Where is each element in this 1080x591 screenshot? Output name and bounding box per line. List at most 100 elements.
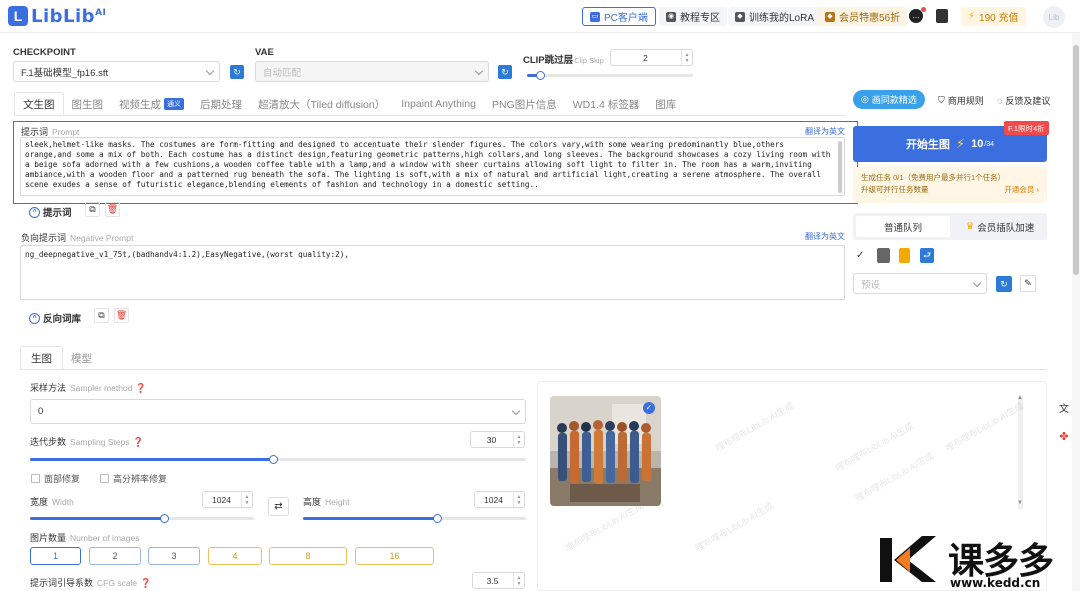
avatar[interactable]: Lib <box>1043 6 1065 28</box>
tab-upscale[interactable]: 超清放大（Tiled diffusion） <box>250 92 393 116</box>
height-slider[interactable] <box>303 514 526 523</box>
tab-gallery[interactable]: 图库 <box>647 92 684 116</box>
scroll-down-icon[interactable]: ▼ <box>1017 500 1023 506</box>
help-icon: ❓ <box>135 383 147 393</box>
swap-icon[interactable]: ⇄ <box>268 497 289 516</box>
clipboard-icon[interactable] <box>899 248 910 263</box>
tutorial-icon: ◉ <box>666 11 676 22</box>
edit-icon[interactable]: ✎ <box>1020 275 1036 292</box>
subtab-model[interactable]: 模型 <box>63 346 100 370</box>
vae-refresh-icon[interactable]: ↻ <box>498 65 512 79</box>
pc-client-button[interactable]: ▭ PC客户端 <box>582 7 656 26</box>
vae-select[interactable]: 自动匹配 <box>255 61 489 82</box>
image-count-label: 图片数量 Number of images <box>30 533 140 543</box>
chevron-down-icon <box>511 406 521 416</box>
slider-knob[interactable] <box>432 514 442 523</box>
shield-icon: ⛉ <box>938 95 945 105</box>
count-option-8[interactable]: 8 <box>269 547 347 565</box>
copy-icon[interactable]: ⧉ <box>85 202 100 217</box>
height-input[interactable]: 1024 ▲ ▼ <box>474 491 525 508</box>
sub-tabs: 生图 模型 <box>20 346 1047 370</box>
logo-mark-icon: L <box>8 6 28 26</box>
train-lora-button[interactable]: ◆ 训练我的LoRA <box>728 7 822 26</box>
count-option-3[interactable]: 3 <box>148 547 200 565</box>
logo-text: LibLib <box>31 5 96 27</box>
document-icon[interactable] <box>936 9 948 23</box>
stepper-icon[interactable]: ▲ ▼ <box>681 50 692 65</box>
tutorial-button[interactable]: ◉ 教程专区 <box>659 7 727 26</box>
plugin-icon[interactable]: ✤ <box>1054 430 1074 446</box>
count-option-4[interactable]: 4 <box>208 547 262 565</box>
upgrade-link[interactable]: 开通会员 › <box>1004 184 1039 196</box>
feedback-link[interactable]: ◌ 反馈及建议 <box>997 94 1050 107</box>
tab-img2img[interactable]: 图生图 <box>64 92 112 116</box>
prompt-chip[interactable]: ^ 提示词 <box>29 205 72 219</box>
help-icon: ❓ <box>140 578 152 588</box>
chevron-down-icon <box>474 66 484 76</box>
prompt-textarea[interactable]: sleek,helmet-like masks. The costumes ar… <box>20 137 845 196</box>
negative-textarea[interactable]: ng_deepnegative_v1_75t,(badhandv4:1.2),E… <box>20 245 845 300</box>
count-option-2[interactable]: 2 <box>89 547 141 565</box>
preset-refresh-icon[interactable]: ↻ <box>996 276 1012 292</box>
steps-slider[interactable] <box>30 455 526 464</box>
negative-translate-link[interactable]: 翻译为英文 <box>805 231 845 242</box>
sampler-select[interactable]: 0 <box>30 399 526 424</box>
lightning-icon: ⚡ <box>955 136 966 151</box>
tab-video[interactable]: 视频生成 通义 <box>111 92 192 116</box>
width-slider[interactable] <box>30 514 254 523</box>
stepper-icon[interactable]: ▲ ▼ <box>513 432 524 447</box>
cfg-label: 提示词引导系数 CFG scale ❓ <box>30 578 152 588</box>
stepper-icon[interactable]: ▲ ▼ <box>513 573 524 588</box>
queue-toggle: 普通队列 ♛ 会员插队加速 <box>853 213 1047 240</box>
chevron-up-icon: ^ <box>29 312 40 324</box>
clip-skip-slider[interactable] <box>527 71 693 80</box>
tab-inpaint[interactable]: Inpaint Anything <box>393 92 484 116</box>
task-info: 生成任务 0/1（免费用户最多并行1个任务） 升级可并行任务数量 开通会员 › <box>853 167 1047 203</box>
checkpoint-label: CHECKPOINT <box>13 47 76 58</box>
vip-queue-option[interactable]: ♛ 会员插队加速 <box>953 213 1047 240</box>
feedback-icon: ◌ <box>997 95 1003 106</box>
tab-postprocess[interactable]: 后期处理 <box>192 92 250 116</box>
subtab-generate[interactable]: 生图 <box>20 346 63 370</box>
member-deal-button[interactable]: ◆ 会员特惠56折 <box>818 7 908 26</box>
normal-queue-option[interactable]: 普通队列 <box>856 216 950 237</box>
steps-input[interactable]: 30 ▲ ▼ <box>470 431 525 448</box>
check-icon[interactable]: ✓ <box>856 250 864 261</box>
slider-knob[interactable] <box>536 71 546 80</box>
logo[interactable]: L LibLibAI <box>8 5 106 27</box>
page-scrollbar[interactable] <box>1072 33 1080 591</box>
generated-image-thumbnail[interactable]: ✓ <box>550 396 661 506</box>
tab-txt2img[interactable]: 文生图 <box>14 92 64 116</box>
checkpoint-refresh-icon[interactable]: ↻ <box>230 65 244 79</box>
tab-png-info[interactable]: PNG图片信息 <box>484 92 565 116</box>
help-icon: ❓ <box>132 437 144 447</box>
selected-check-icon[interactable]: ✓ <box>643 402 655 414</box>
trash-can-icon[interactable] <box>877 248 890 263</box>
pick-same-button[interactable]: ◎ 画同款精选 <box>853 90 925 109</box>
commercial-rules-link[interactable]: ⛉ 商用规则 <box>938 94 984 107</box>
copy-icon[interactable]: ⧉ <box>94 308 109 323</box>
width-input[interactable]: 1024 ▲ ▼ <box>202 491 253 508</box>
count-option-16[interactable]: 16 <box>355 547 434 565</box>
translate-icon[interactable]: 文 <box>1056 400 1072 415</box>
tab-wd-tagger[interactable]: WD1.4 标签器 <box>565 92 648 116</box>
prompt-scrollbar[interactable] <box>838 141 842 193</box>
preset-select[interactable]: 预设 <box>853 273 987 294</box>
face-fix-checkbox[interactable]: 面部修复 <box>31 472 80 485</box>
cfg-input[interactable]: 3.5 ▲ ▼ <box>472 572 525 589</box>
count-option-1[interactable]: 1 <box>30 547 81 565</box>
prompt-translate-link[interactable]: 翻译为英文 <box>805 126 845 137</box>
clip-skip-input[interactable]: 2 ▲ ▼ <box>610 49 693 66</box>
checkpoint-select[interactable]: F.1基础模型_fp16.sft <box>13 61 220 82</box>
return-icon[interactable]: ⮐ <box>920 248 934 263</box>
stepper-icon[interactable]: ▲ ▼ <box>513 492 524 507</box>
stepper-icon[interactable]: ▲ ▼ <box>241 492 252 507</box>
trash-icon[interactable]: 🗑 <box>114 308 129 323</box>
slider-knob[interactable] <box>160 514 170 523</box>
credits-button[interactable]: ⚡ 190 充值 <box>961 7 1026 26</box>
hires-fix-checkbox[interactable]: 高分辨率修复 <box>100 472 167 485</box>
slider-knob[interactable] <box>269 455 279 464</box>
trash-icon[interactable]: 🗑 <box>105 202 120 217</box>
main-tabs: 文生图 图生图 视频生成 通义 后期处理 超清放大（Tiled diffusion… <box>14 92 684 116</box>
negative-chip[interactable]: ^ 反向词库 <box>29 311 81 325</box>
